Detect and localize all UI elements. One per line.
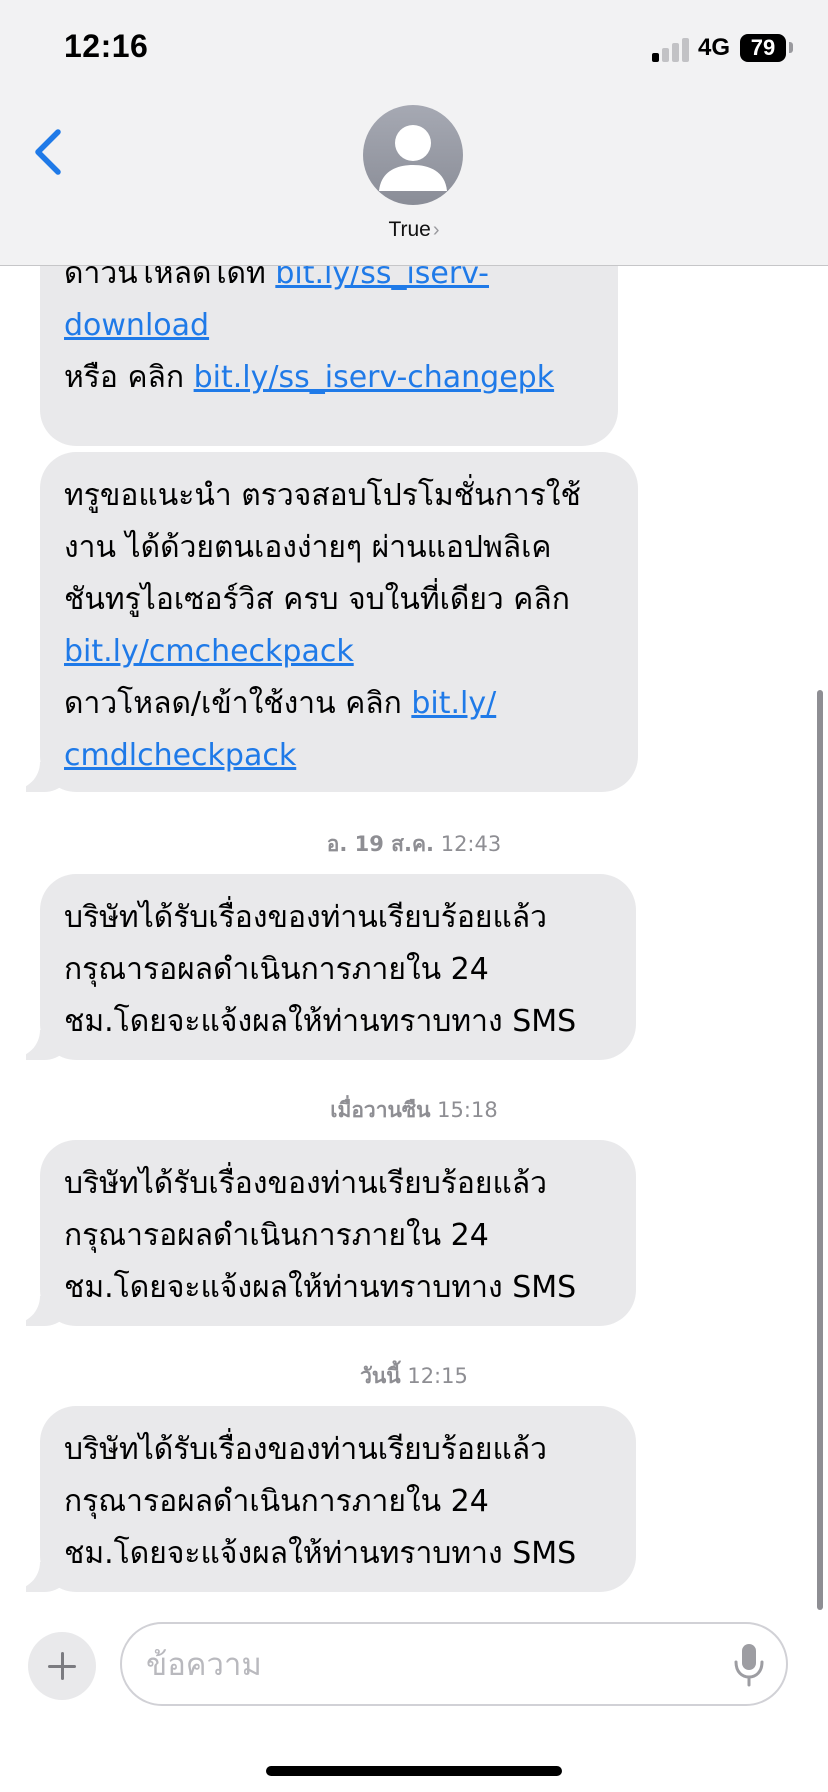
message-input[interactable] bbox=[144, 1638, 708, 1692]
back-button[interactable] bbox=[22, 120, 78, 184]
message-text: บริษัทได้รับเรื่องของท่านเรียบร้อยแล้ว bbox=[64, 1432, 548, 1467]
timestamp-day: เมื่อวานซืน bbox=[330, 1098, 431, 1122]
message-text: กรุณารอผลดำเนินการภายใน 24 bbox=[64, 1484, 489, 1519]
add-attachment-button[interactable] bbox=[28, 1632, 96, 1700]
bubble-tail bbox=[26, 1562, 60, 1592]
message-link[interactable]: bit.ly/ss_iserv-changepk bbox=[194, 360, 554, 395]
timestamp: อ. 19 ส.ค. 12:43 bbox=[0, 828, 828, 861]
message-line: ชันทรูไอเซอร์วิส ครบ จบในที่เดียว คลิก bbox=[64, 574, 614, 626]
message-line: กรุณารอผลดำเนินการภายใน 24 bbox=[64, 1476, 612, 1528]
home-indicator[interactable] bbox=[266, 1766, 562, 1776]
message-link[interactable]: bit.ly/cmcheckpack bbox=[64, 634, 354, 669]
status-time: 12:16 bbox=[64, 28, 149, 64]
contact-name-button[interactable]: True › bbox=[0, 218, 828, 242]
message-text: ชันทรูไอเซอร์วิส ครบ จบในที่เดียว คลิก bbox=[64, 582, 570, 617]
message-bubble[interactable]: ดาวน์โหลดได้ที่ bit.ly/ss_iserv- downloa… bbox=[40, 238, 618, 446]
message-bubble[interactable]: บริษัทได้รับเรื่องของท่านเรียบร้อยแล้ว ก… bbox=[26, 1406, 636, 1592]
message-text: ชม.โดยจะแจ้งผลให้ท่านทราบทาง SMS bbox=[64, 1270, 577, 1305]
chevron-right-icon: › bbox=[432, 219, 440, 241]
timestamp-time: 15:18 bbox=[437, 1098, 498, 1122]
timestamp-day: อ. 19 ส.ค. bbox=[326, 832, 435, 856]
message-bubble[interactable]: บริษัทได้รับเรื่องของท่านเรียบร้อยแล้ว ก… bbox=[26, 874, 636, 1060]
scrollbar[interactable] bbox=[817, 690, 823, 1610]
network-type: 4G bbox=[698, 34, 731, 61]
message-line: บริษัทได้รับเรื่องของท่านเรียบร้อยแล้ว bbox=[64, 892, 612, 944]
message-line: กรุณารอผลดำเนินการภายใน 24 bbox=[64, 1210, 612, 1262]
message-input-field[interactable] bbox=[120, 1622, 788, 1706]
message-text: กรุณารอผลดำเนินการภายใน 24 bbox=[64, 1218, 489, 1253]
microphone-icon[interactable] bbox=[732, 1642, 766, 1688]
timestamp-time: 12:43 bbox=[440, 832, 502, 856]
message-text: กรุณารอผลดำเนินการภายใน 24 bbox=[64, 952, 489, 987]
message-text: ดาวโหลด/เข้าใช้งาน คลิก bbox=[64, 686, 412, 721]
message-bubble[interactable]: ทรูขอแนะนำ ตรวจสอบโปรโมชั่นการใช้ งาน ได… bbox=[26, 452, 638, 792]
timestamp: เมื่อวานซืน 15:18 bbox=[0, 1094, 828, 1127]
cellular-signal-icon bbox=[652, 36, 692, 62]
contact-name: True bbox=[388, 218, 431, 241]
conversation-header: 12:16 4G 79 True › bbox=[0, 0, 828, 266]
timestamp-day: วันนี้ bbox=[360, 1364, 401, 1388]
battery-icon: 79 bbox=[740, 34, 786, 62]
message-text: บริษัทได้รับเรื่องของท่านเรียบร้อยแล้ว bbox=[64, 900, 548, 935]
message-line: cmdlcheckpack bbox=[64, 730, 614, 782]
message-line: บริษัทได้รับเรื่องของท่านเรียบร้อยแล้ว bbox=[64, 1158, 612, 1210]
battery-level: 79 bbox=[750, 35, 776, 60]
timestamp-time: 12:15 bbox=[407, 1364, 468, 1388]
message-text: งาน ได้ด้วยตนเองง่ายๆ ผ่านแอปพลิเค bbox=[64, 530, 552, 565]
battery-cap bbox=[789, 42, 793, 53]
bubble-tail bbox=[26, 762, 60, 792]
message-line: ทรูขอแนะนำ ตรวจสอบโปรโมชั่นการใช้ bbox=[64, 470, 614, 522]
message-link[interactable]: download bbox=[64, 308, 209, 343]
message-line: หรือ คลิก bit.ly/ss_iserv-changepk bbox=[64, 352, 594, 404]
message-line: ดาวโหลด/เข้าใช้งาน คลิก bit.ly/ bbox=[64, 678, 614, 730]
bubble-tail bbox=[26, 1296, 60, 1326]
message-link[interactable]: cmdlcheckpack bbox=[64, 738, 296, 773]
bubble-tail bbox=[26, 1030, 60, 1060]
message-line: บริษัทได้รับเรื่องของท่านเรียบร้อยแล้ว bbox=[64, 1424, 612, 1476]
message-line: download bbox=[64, 300, 594, 352]
timestamp: วันนี้ 12:15 bbox=[0, 1360, 828, 1393]
message-text: หรือ คลิก bbox=[64, 360, 194, 395]
chevron-left-icon bbox=[35, 129, 61, 175]
message-text: ทรูขอแนะนำ ตรวจสอบโปรโมชั่นการใช้ bbox=[64, 478, 581, 513]
message-line: ชม.โดยจะแจ้งผลให้ท่านทราบทาง SMS bbox=[64, 1262, 612, 1314]
message-text: ชม.โดยจะแจ้งผลให้ท่านทราบทาง SMS bbox=[64, 1004, 577, 1039]
message-line: bit.ly/cmcheckpack bbox=[64, 626, 614, 678]
message-line: ชม.โดยจะแจ้งผลให้ท่านทราบทาง SMS bbox=[64, 1528, 612, 1580]
message-bubble[interactable]: บริษัทได้รับเรื่องของท่านเรียบร้อยแล้ว ก… bbox=[26, 1140, 636, 1326]
message-line: กรุณารอผลดำเนินการภายใน 24 bbox=[64, 944, 612, 996]
message-text: ชม.โดยจะแจ้งผลให้ท่านทราบทาง SMS bbox=[64, 1536, 577, 1571]
contact-avatar[interactable] bbox=[363, 105, 463, 205]
message-link[interactable]: bit.ly/ bbox=[411, 686, 496, 721]
person-silhouette-icon bbox=[379, 125, 447, 191]
message-line: งาน ได้ด้วยตนเองง่ายๆ ผ่านแอปพลิเค bbox=[64, 522, 614, 574]
message-text: บริษัทได้รับเรื่องของท่านเรียบร้อยแล้ว bbox=[64, 1166, 548, 1201]
message-line: ชม.โดยจะแจ้งผลให้ท่านทราบทาง SMS bbox=[64, 996, 612, 1048]
